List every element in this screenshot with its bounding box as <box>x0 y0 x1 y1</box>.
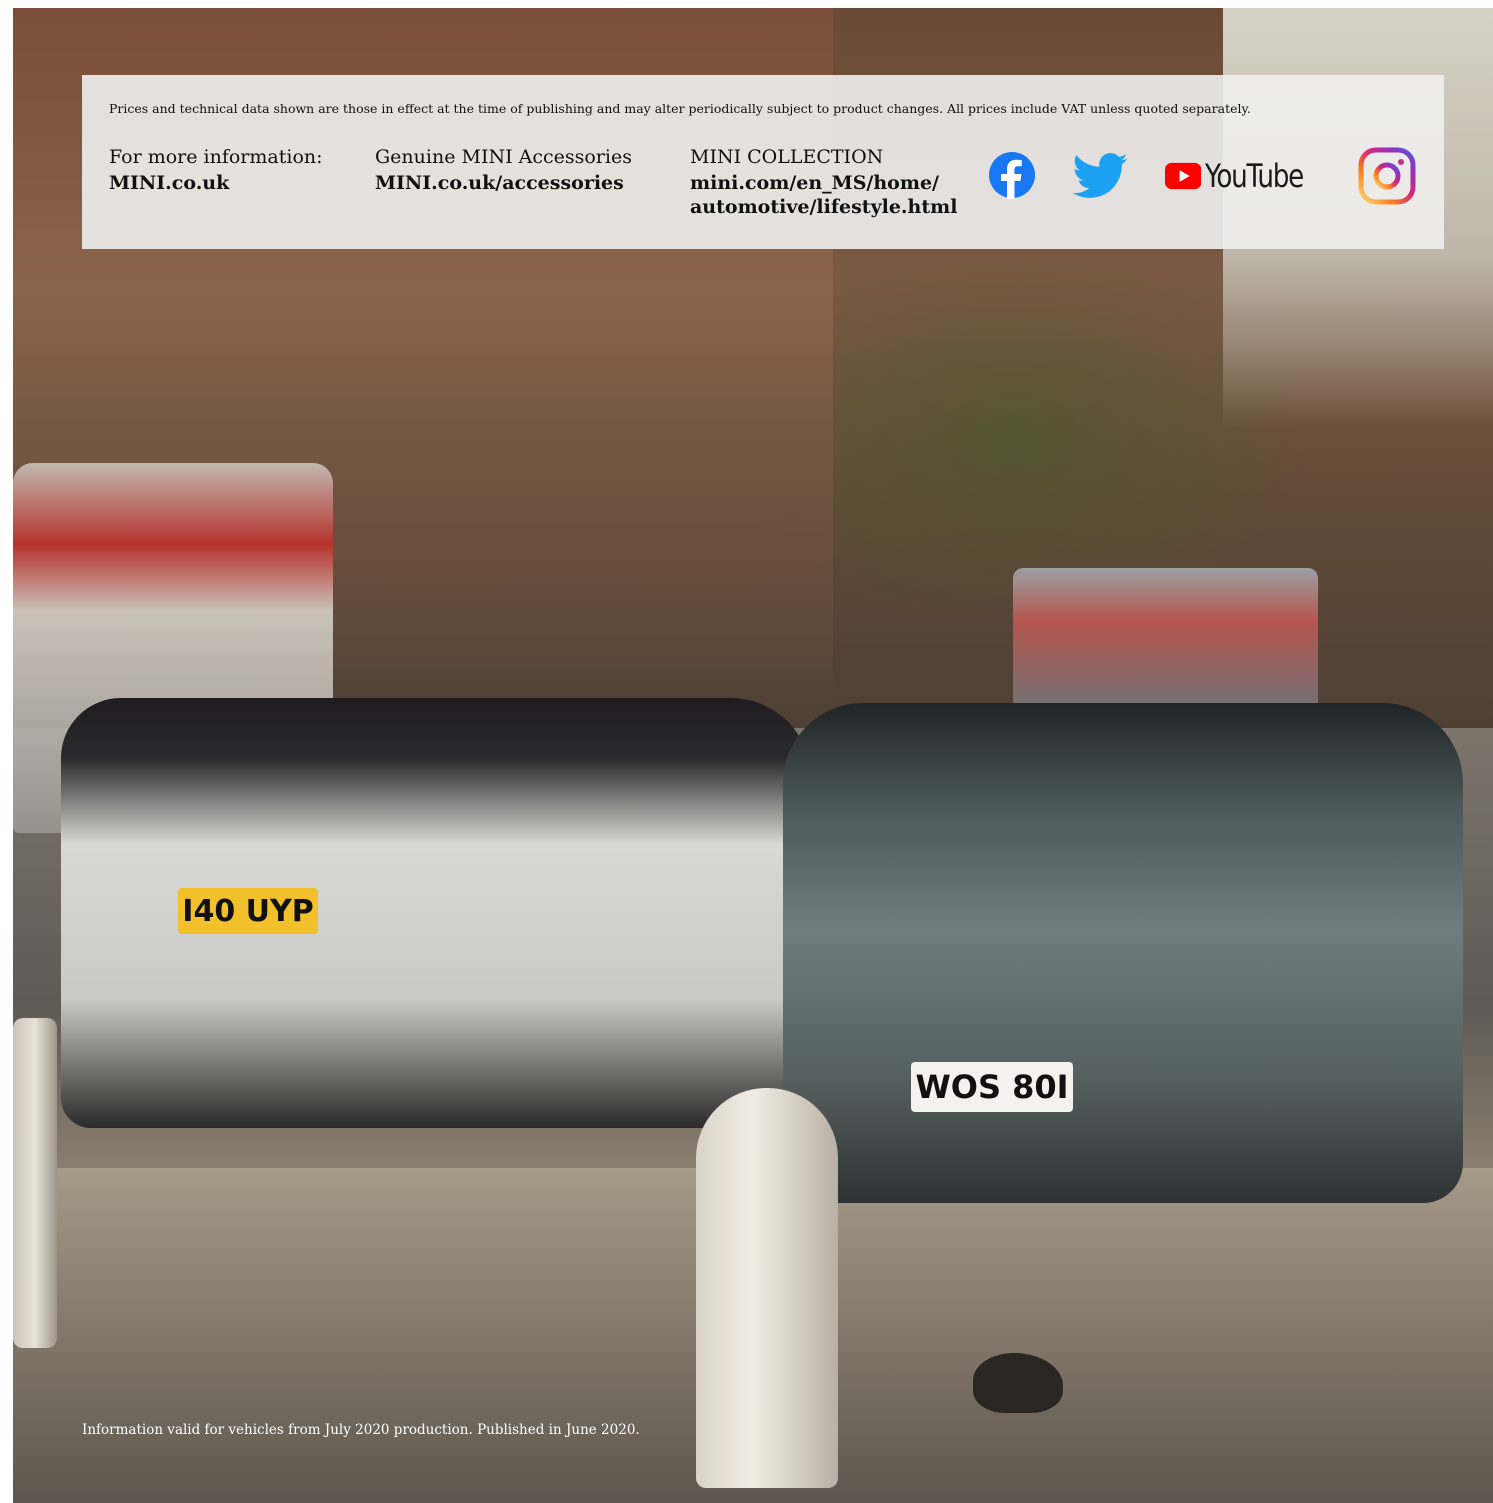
license-plate-white-car: I40 UYP <box>178 888 318 934</box>
info-label: Genuine MINI Accessories <box>375 146 632 168</box>
youtube-logo[interactable]: YouTube <box>1165 155 1325 197</box>
link-mini-co-uk[interactable]: MINI.co.uk <box>109 171 323 195</box>
bollard-left <box>13 1018 57 1348</box>
twitter-icon[interactable] <box>1072 153 1128 199</box>
pricing-disclaimer: Prices and technical data shown are thos… <box>109 101 1251 116</box>
info-label: For more information: <box>109 146 323 168</box>
info-label: MINI COLLECTION <box>690 146 884 168</box>
publication-note: Information valid for vehicles from July… <box>82 1422 640 1438</box>
youtube-play-icon <box>1165 162 1202 190</box>
green-mini-countryman <box>783 703 1463 1203</box>
link-accessories[interactable]: MINI.co.uk/accessories <box>375 171 632 195</box>
youtube-wordmark: YouTube <box>1205 157 1304 195</box>
info-col-accessories: Genuine MINI Accessories MINI.co.uk/acce… <box>375 143 632 195</box>
facebook-icon[interactable] <box>988 151 1036 199</box>
instagram-icon[interactable] <box>1358 147 1416 205</box>
info-panel: Prices and technical data shown are thos… <box>82 75 1444 249</box>
trolley-bus <box>1013 568 1318 718</box>
white-mini-countryman <box>61 698 811 1128</box>
info-col-collection: MINI COLLECTION mini.com/en_MS/home/ aut… <box>690 143 970 219</box>
info-col-more-information: For more information: MINI.co.uk <box>109 143 323 195</box>
bollard-center <box>696 1088 838 1488</box>
link-collection[interactable]: mini.com/en_MS/home/ automotive/lifestyl… <box>690 171 970 219</box>
license-plate-green-car: WOS 80I <box>911 1062 1073 1112</box>
